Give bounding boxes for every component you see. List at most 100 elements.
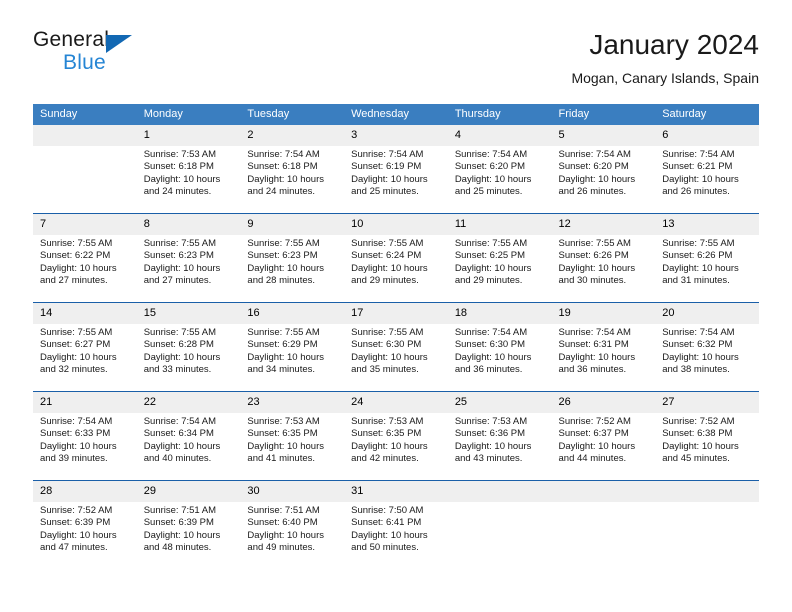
daylight-duration-line2: and 34 minutes. xyxy=(247,364,316,376)
sunrise-time: Sunrise: 7:54 AM xyxy=(247,149,320,160)
day-sun-info: Sunrise: 7:55 AM Sunset: 6:29 PM Daylight:… xyxy=(240,324,344,377)
daylight-duration-line1: Daylight: 10 hours xyxy=(40,351,117,363)
calendar-empty-cell xyxy=(447,480,552,569)
sunrise-time: Sunrise: 7:54 AM xyxy=(558,327,631,338)
calendar-day-cell[interactable]: 20 Sunrise: 7:54 AM Sunset: 6:32 PM Dayligh… xyxy=(655,302,759,392)
sunset-time: Sunset: 6:23 PM xyxy=(247,250,318,262)
daylight-duration-line1: Daylight: 10 hours xyxy=(558,351,636,363)
title-block: January 2024 Mogan, Canary Islands, Spai… xyxy=(571,28,759,88)
sunrise-time: Sunrise: 7:55 AM xyxy=(247,238,320,249)
day-number: 26 xyxy=(551,392,656,413)
day-number: 19 xyxy=(551,303,656,324)
calendar-day-cell[interactable]: 17 Sunrise: 7:55 AM Sunset: 6:30 PM Dayligh… xyxy=(344,302,448,392)
daylight-duration-line1: Daylight: 10 hours xyxy=(143,529,221,541)
day-number: 18 xyxy=(447,303,552,324)
calendar-day-cell[interactable]: 18 Sunrise: 7:54 AM Sunset: 6:30 PM Dayligh… xyxy=(447,302,552,392)
sunrise-time: Sunrise: 7:55 AM xyxy=(40,327,113,338)
daylight-duration-line1: Daylight: 10 hours xyxy=(40,529,117,541)
calendar-day-cell[interactable]: 5 Sunrise: 7:54 AM Sunset: 6:20 PM Daylight… xyxy=(551,125,656,214)
day-number: 21 xyxy=(33,392,137,413)
calendar-day-cell[interactable]: 22 Sunrise: 7:54 AM Sunset: 6:34 PM Dayligh… xyxy=(136,391,241,481)
sunset-time: Sunset: 6:18 PM xyxy=(143,161,214,173)
day-number: 1 xyxy=(136,125,241,146)
day-number: 27 xyxy=(655,392,759,413)
calendar-day-cell[interactable]: 4 Sunrise: 7:54 AM Sunset: 6:20 PM Daylight… xyxy=(447,125,552,214)
calendar-day-cell[interactable]: 12 Sunrise: 7:55 AM Sunset: 6:26 PM Dayligh… xyxy=(551,213,656,303)
daylight-duration-line1: Daylight: 10 hours xyxy=(247,351,324,363)
day-sun-info: Sunrise: 7:54 AM Sunset: 6:21 PM Daylight:… xyxy=(655,146,759,199)
sunrise-time: Sunrise: 7:50 AM xyxy=(351,505,424,516)
calendar-day-cell[interactable]: 10 Sunrise: 7:55 AM Sunset: 6:24 PM Dayligh… xyxy=(344,213,448,303)
day-number xyxy=(447,481,552,502)
day-number: 20 xyxy=(655,303,759,324)
calendar-day-cell[interactable]: 2 Sunrise: 7:54 AM Sunset: 6:18 PM Daylight… xyxy=(240,125,345,214)
sunrise-time: Sunrise: 7:54 AM xyxy=(143,416,217,427)
calendar-day-cell[interactable]: 6 Sunrise: 7:54 AM Sunset: 6:21 PM Daylight… xyxy=(655,125,759,214)
day-sun-info: Sunrise: 7:52 AM Sunset: 6:39 PM Daylight:… xyxy=(33,502,137,555)
sunrise-time: Sunrise: 7:54 AM xyxy=(662,149,735,160)
day-sun-info: Sunrise: 7:54 AM Sunset: 6:30 PM Daylight:… xyxy=(448,324,552,377)
sunset-time: Sunset: 6:26 PM xyxy=(558,250,629,262)
sunrise-time: Sunrise: 7:53 AM xyxy=(454,416,528,427)
day-sun-info: Sunrise: 7:54 AM Sunset: 6:20 PM Daylight:… xyxy=(448,146,552,199)
sunrise-time: Sunrise: 7:52 AM xyxy=(558,416,631,427)
daylight-duration-line1: Daylight: 10 hours xyxy=(662,351,739,363)
calendar-day-cell[interactable]: 14 Sunrise: 7:55 AM Sunset: 6:27 PM Dayligh… xyxy=(33,302,137,392)
sunrise-time: Sunrise: 7:54 AM xyxy=(454,149,528,160)
calendar-day-cell[interactable]: 27 Sunrise: 7:52 AM Sunset: 6:38 PM Dayligh… xyxy=(655,391,759,481)
calendar-day-cell[interactable]: 19 Sunrise: 7:54 AM Sunset: 6:31 PM Dayligh… xyxy=(551,302,656,392)
day-sun-info: Sunrise: 7:55 AM Sunset: 6:25 PM Daylight:… xyxy=(448,235,552,288)
daylight-duration-line1: Daylight: 10 hours xyxy=(351,173,428,185)
day-number: 31 xyxy=(344,481,448,502)
sunrise-time: Sunrise: 7:55 AM xyxy=(143,327,217,338)
day-number: 12 xyxy=(551,214,656,235)
calendar-day-cell[interactable]: 21 Sunrise: 7:54 AM Sunset: 6:33 PM Dayligh… xyxy=(33,391,137,481)
calendar-day-cell[interactable]: 24 Sunrise: 7:53 AM Sunset: 6:35 PM Dayligh… xyxy=(344,391,448,481)
daylight-duration-line1: Daylight: 10 hours xyxy=(143,351,221,363)
daylight-duration-line1: Daylight: 10 hours xyxy=(662,173,739,185)
calendar-day-cell[interactable]: 23 Sunrise: 7:53 AM Sunset: 6:35 PM Dayligh… xyxy=(240,391,345,481)
page-title: January 2024 xyxy=(589,29,759,60)
daylight-duration-line2: and 31 minutes. xyxy=(662,275,730,287)
sunset-time: Sunset: 6:30 PM xyxy=(454,339,526,351)
calendar-day-cell[interactable]: 8 Sunrise: 7:55 AM Sunset: 6:23 PM Daylight… xyxy=(136,213,241,303)
daylight-duration-line2: and 40 minutes. xyxy=(143,453,212,465)
daylight-duration-line2: and 24 minutes. xyxy=(143,186,212,198)
calendar-day-cell[interactable]: 15 Sunrise: 7:55 AM Sunset: 6:28 PM Dayligh… xyxy=(136,302,241,392)
calendar-day-cell[interactable]: 28 Sunrise: 7:52 AM Sunset: 6:39 PM Dayligh… xyxy=(33,480,137,569)
sunrise-time: Sunrise: 7:52 AM xyxy=(40,505,113,516)
sunrise-time: Sunrise: 7:54 AM xyxy=(558,149,631,160)
calendar-day-cell[interactable]: 7 Sunrise: 7:55 AM Sunset: 6:22 PM Daylight… xyxy=(33,213,137,303)
calendar-day-cell[interactable]: 3 Sunrise: 7:54 AM Sunset: 6:19 PM Daylight… xyxy=(344,125,448,214)
sunset-time: Sunset: 6:37 PM xyxy=(558,428,629,440)
calendar-day-cell[interactable]: 1 Sunrise: 7:53 AM Sunset: 6:18 PM Daylight… xyxy=(136,125,241,214)
daylight-duration-line2: and 27 minutes. xyxy=(40,275,108,287)
day-sun-info: Sunrise: 7:55 AM Sunset: 6:30 PM Daylight:… xyxy=(344,324,448,377)
calendar-day-cell[interactable]: 31 Sunrise: 7:50 AM Sunset: 6:41 PM Dayligh… xyxy=(344,480,448,569)
sunrise-time: Sunrise: 7:54 AM xyxy=(454,327,528,338)
calendar-day-cell[interactable]: 25 Sunrise: 7:53 AM Sunset: 6:36 PM Dayligh… xyxy=(447,391,552,481)
day-sun-info: Sunrise: 7:54 AM Sunset: 6:34 PM Daylight:… xyxy=(137,413,241,466)
daylight-duration-line1: Daylight: 10 hours xyxy=(662,440,739,452)
sunset-time: Sunset: 6:38 PM xyxy=(662,428,733,440)
calendar-day-cell[interactable]: 16 Sunrise: 7:55 AM Sunset: 6:29 PM Dayligh… xyxy=(240,302,345,392)
day-sun-info: Sunrise: 7:55 AM Sunset: 6:24 PM Daylight:… xyxy=(344,235,448,288)
calendar-day-cell[interactable]: 30 Sunrise: 7:51 AM Sunset: 6:40 PM Dayligh… xyxy=(240,480,345,569)
sunset-time: Sunset: 6:34 PM xyxy=(143,428,214,440)
weekday-header-row: Sunday Monday Tuesday Wednesday Thursday… xyxy=(33,104,759,125)
day-sun-info: Sunrise: 7:55 AM Sunset: 6:28 PM Daylight:… xyxy=(137,324,241,377)
sunset-time: Sunset: 6:28 PM xyxy=(143,339,214,351)
day-sun-info: Sunrise: 7:54 AM Sunset: 6:32 PM Daylight:… xyxy=(655,324,759,377)
calendar-day-cell[interactable]: 26 Sunrise: 7:52 AM Sunset: 6:37 PM Dayligh… xyxy=(551,391,656,481)
daylight-duration-line2: and 32 minutes. xyxy=(40,364,108,376)
calendar-day-cell[interactable]: 11 Sunrise: 7:55 AM Sunset: 6:25 PM Dayligh… xyxy=(447,213,552,303)
calendar-day-cell[interactable]: 9 Sunrise: 7:55 AM Sunset: 6:23 PM Daylight… xyxy=(240,213,345,303)
daylight-duration-line2: and 38 minutes. xyxy=(662,364,730,376)
daylight-duration-line1: Daylight: 10 hours xyxy=(454,351,532,363)
daylight-duration-line1: Daylight: 10 hours xyxy=(247,440,324,452)
day-number: 2 xyxy=(240,125,345,146)
calendar-day-cell[interactable]: 13 Sunrise: 7:55 AM Sunset: 6:26 PM Dayligh… xyxy=(655,213,759,303)
calendar-day-cell[interactable]: 29 Sunrise: 7:51 AM Sunset: 6:39 PM Dayligh… xyxy=(136,480,241,569)
page-subtitle: Mogan, Canary Islands, Spain xyxy=(571,70,759,86)
day-sun-info: Sunrise: 7:55 AM Sunset: 6:23 PM Daylight:… xyxy=(137,235,241,288)
